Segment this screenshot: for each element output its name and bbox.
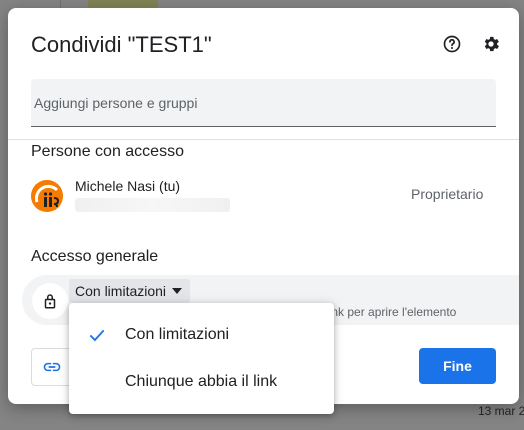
lock-icon (44, 294, 56, 309)
general-access-description: link per aprire l'elemento (326, 305, 457, 319)
person-role: Proprietario (411, 186, 484, 202)
section-divider (8, 139, 519, 140)
general-access-heading: Accesso generale (31, 248, 159, 265)
link-icon (43, 362, 61, 372)
menu-item-restricted[interactable]: Con limitazioni (69, 311, 334, 359)
check-icon (89, 329, 105, 342)
general-access-selected: Con limitazioni (75, 283, 167, 299)
menu-item-anyone-with-link[interactable]: Chiunque abbia il link (69, 358, 334, 406)
add-people-input[interactable] (34, 79, 476, 127)
access-lock-badge (32, 283, 68, 319)
general-access-dropdown[interactable]: Con limitazioni (69, 279, 191, 303)
avatar (31, 180, 63, 212)
dialog-title: Condividi "TEST1" (31, 32, 212, 57)
gear-icon (484, 36, 499, 52)
help-button[interactable] (440, 32, 464, 56)
settings-button[interactable] (479, 32, 503, 56)
caret-down-icon (172, 288, 183, 294)
avatar-logo-icon (31, 180, 63, 212)
person-email-redacted (75, 198, 230, 212)
help-circle-icon (443, 35, 461, 53)
done-button[interactable]: Fine (419, 348, 496, 384)
add-people-field[interactable] (31, 79, 496, 127)
general-access-menu: Con limitazioni Chiunque abbia il link (69, 303, 334, 414)
person-name: Michele Nasi (tu) (75, 178, 181, 194)
copy-link-button[interactable] (31, 348, 72, 386)
menu-item-label: Chiunque abbia il link (125, 373, 278, 390)
menu-item-label: Con limitazioni (125, 326, 230, 343)
people-with-access-heading: Persone con accesso (31, 143, 184, 160)
